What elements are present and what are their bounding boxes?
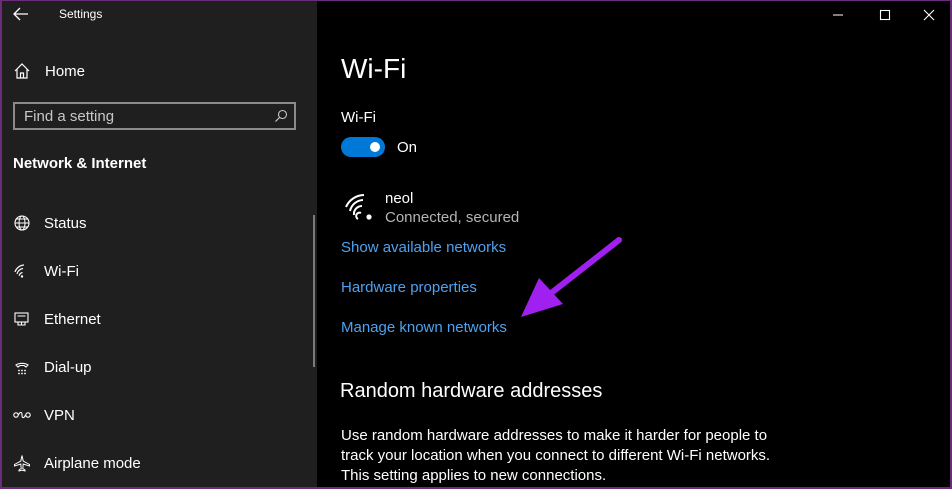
network-name: neol: [385, 190, 414, 207]
sidebar-item-label: VPN: [44, 406, 75, 424]
toggle-state-text: On: [397, 139, 418, 156]
home-icon: [14, 63, 30, 79]
ethernet-icon: [12, 310, 32, 328]
sidebar-item-status[interactable]: Status: [12, 210, 87, 236]
window-frame-top: [0, 0, 952, 1]
wifi-toggle-label: Wi-Fi: [341, 109, 376, 126]
sidebar-item-ethernet[interactable]: Ethernet: [12, 306, 101, 332]
connected-network[interactable]: neol Connected, secured: [341, 188, 601, 232]
sidebar-scrollbar[interactable]: [313, 215, 315, 367]
minimize-icon: [833, 14, 843, 16]
home-label: Home: [45, 62, 86, 80]
show-available-networks-link[interactable]: Show available networks: [341, 239, 506, 256]
close-button[interactable]: [906, 0, 952, 30]
sidebar-item-vpn[interactable]: VPN: [12, 402, 75, 428]
sidebar-home[interactable]: Home: [12, 58, 85, 84]
sidebar-item-label: Dial-up: [44, 358, 92, 376]
wifi-signal-icon: [345, 194, 372, 220]
sidebar-item-label: Airplane mode: [44, 454, 141, 472]
sidebar-item-dialup[interactable]: Dial-up: [12, 354, 92, 380]
sidebar-item-label: Wi-Fi: [44, 262, 79, 280]
maximize-icon: [879, 9, 891, 21]
wifi-toggle[interactable]: [341, 137, 385, 157]
back-arrow-icon: [13, 7, 28, 21]
sidebar-item-wifi[interactable]: Wi-Fi: [12, 258, 79, 284]
random-hardware-heading: Random hardware addresses: [340, 380, 603, 402]
search-input[interactable]: [15, 104, 274, 128]
random-hardware-description: Use random hardware addresses to make it…: [341, 427, 771, 484]
minimize-button[interactable]: [815, 0, 861, 30]
search-box[interactable]: [13, 102, 296, 130]
maximize-button[interactable]: [862, 0, 908, 30]
manage-known-networks-link[interactable]: Manage known networks: [341, 319, 507, 336]
vpn-icon: [12, 406, 32, 424]
sidebar-item-airplane-mode[interactable]: Airplane mode: [12, 450, 141, 476]
section-title: Network & Internet: [13, 155, 147, 172]
hardware-properties-link[interactable]: Hardware properties: [341, 279, 477, 296]
globe-icon: [12, 214, 32, 232]
sidebar-item-label: Status: [44, 214, 87, 232]
network-status: Connected, secured: [385, 209, 520, 226]
sidebar-item-label: Ethernet: [44, 310, 101, 328]
airplane-icon: [12, 454, 32, 472]
page-title: Wi-Fi: [341, 53, 407, 84]
close-icon: [923, 9, 935, 21]
wifi-icon: [12, 262, 32, 280]
search-icon[interactable]: [274, 109, 288, 123]
annotation-arrow-icon: [521, 237, 622, 317]
app-title: Settings: [59, 7, 103, 21]
window-frame-left: [0, 0, 2, 489]
toggle-knob: [370, 142, 380, 152]
dialup-icon: [12, 358, 32, 376]
back-button[interactable]: [10, 4, 32, 24]
